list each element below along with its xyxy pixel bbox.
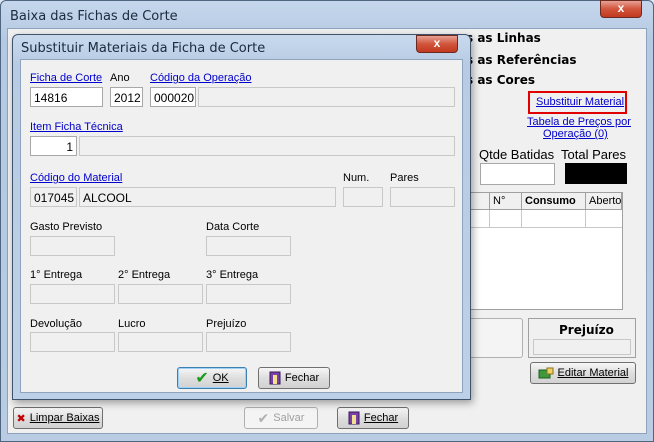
lucro-label: Lucro — [118, 318, 146, 330]
codigo-material-link[interactable]: Código do Material — [30, 172, 122, 184]
tabela-precos-link[interactable]: Tabela de Preços por — [527, 116, 631, 128]
entrega3-field — [206, 284, 291, 304]
grid-divider — [521, 210, 522, 228]
salvar-button: ✔ Salvar — [244, 407, 318, 429]
materials-grid[interactable]: N° Consumo Aberto — [465, 192, 623, 310]
pares-label: Pares — [390, 172, 419, 184]
devolucao-label: Devolução — [30, 318, 82, 330]
ok-button[interactable]: ✔ OK — [177, 367, 247, 389]
grid-divider — [489, 210, 490, 228]
dialog-client: Ficha de Corte Ano Código da Operação 14… — [20, 59, 463, 393]
grid-col-num[interactable]: N° — [490, 193, 522, 210]
fechar-label: Fechar — [363, 412, 399, 424]
item-ficha-field[interactable]: 1 — [30, 136, 77, 156]
lucro-field — [118, 332, 203, 352]
prejuizo-block: Prejuízo — [528, 318, 636, 358]
dialog-close-button[interactable]: x — [416, 35, 458, 53]
operacao-descricao-field — [198, 87, 455, 107]
ano-label: Ano — [110, 72, 130, 84]
editar-material-label: Editar Material — [557, 367, 629, 379]
entrega2-field — [118, 284, 203, 304]
tabela-precos-link-2[interactable]: Operação (0) — [543, 128, 608, 140]
data-corte-field — [206, 236, 291, 256]
salvar-label: Salvar — [273, 412, 305, 424]
grid-divider — [585, 210, 586, 228]
qtde-batidas-field[interactable] — [480, 163, 555, 185]
door-icon — [269, 371, 281, 385]
codigo-operacao-field[interactable]: 000020 — [150, 87, 196, 107]
entrega2-label: 2° Entrega — [118, 269, 171, 281]
prejuizo-label: Prejuízo — [559, 323, 614, 337]
lucro-block — [466, 318, 523, 358]
qtde-batidas-label: Qtde Batidas — [479, 147, 555, 162]
total-pares-field — [565, 163, 627, 184]
main-close-button[interactable]: x — [600, 0, 642, 18]
label-cores: s as Cores — [466, 73, 535, 87]
material-nome-field: ALCOOL — [79, 187, 336, 207]
editar-material-button[interactable]: Editar Material — [530, 362, 636, 384]
ano-field[interactable]: 2012 — [110, 87, 143, 107]
limpar-baixas-icon: ✖ — [16, 412, 26, 425]
codigo-material-field[interactable]: 017045 — [30, 187, 77, 207]
item-ficha-descricao-field — [79, 136, 455, 156]
label-linhas: s as Linhas — [466, 31, 541, 45]
dialog-fechar-label: Fechar — [284, 372, 320, 384]
prejuizo-field — [533, 339, 631, 355]
num-field — [343, 187, 383, 207]
item-ficha-link[interactable]: Item Ficha Técnica — [30, 121, 123, 133]
grid-col-consumo[interactable]: Consumo — [522, 193, 586, 210]
ficha-corte-field[interactable]: 14816 — [30, 87, 103, 107]
ok-check-icon: ✔ — [195, 370, 209, 387]
entrega1-field — [30, 284, 115, 304]
limpar-baixas-button[interactable]: ✖ Limpar Baixas — [13, 407, 103, 429]
grid-col-aberto[interactable]: Aberto — [586, 193, 622, 210]
dialog-title: Substituir Materiais da Ficha de Corte — [21, 41, 266, 56]
substituir-material-link[interactable]: Substituir Material — [536, 96, 624, 108]
fechar-button[interactable]: Fechar — [337, 407, 409, 429]
data-corte-label: Data Corte — [206, 221, 260, 233]
prejuizo-field — [206, 332, 291, 352]
substituir-materiais-dialog: Substituir Materiais da Ficha de Corte x… — [12, 34, 471, 400]
gasto-previsto-label: Gasto Previsto — [30, 221, 103, 233]
editar-material-icon — [538, 367, 554, 379]
codigo-operacao-link[interactable]: Código da Operação — [150, 72, 252, 84]
grid-row[interactable] — [466, 210, 622, 228]
salvar-check-icon: ✔ — [257, 409, 270, 426]
ok-label: OK — [212, 372, 229, 384]
door-icon — [348, 411, 360, 425]
ficha-corte-link[interactable]: Ficha de Corte — [30, 72, 102, 84]
devolucao-field — [30, 332, 115, 352]
num-label: Num. — [343, 172, 370, 184]
entrega3-label: 3° Entrega — [206, 269, 259, 281]
entrega1-label: 1° Entrega — [30, 269, 83, 281]
limpar-baixas-label: Limpar Baixas — [29, 412, 100, 424]
label-referencias: s as Referências — [466, 53, 577, 67]
dialog-fechar-button[interactable]: Fechar — [258, 367, 330, 389]
prejuizo-label: Prejuízo — [206, 318, 247, 330]
main-window-title: Baixa das Fichas de Corte — [10, 9, 178, 24]
total-pares-label: Total Pares — [561, 147, 627, 162]
pares-field — [390, 187, 455, 207]
gasto-previsto-field — [30, 236, 115, 256]
